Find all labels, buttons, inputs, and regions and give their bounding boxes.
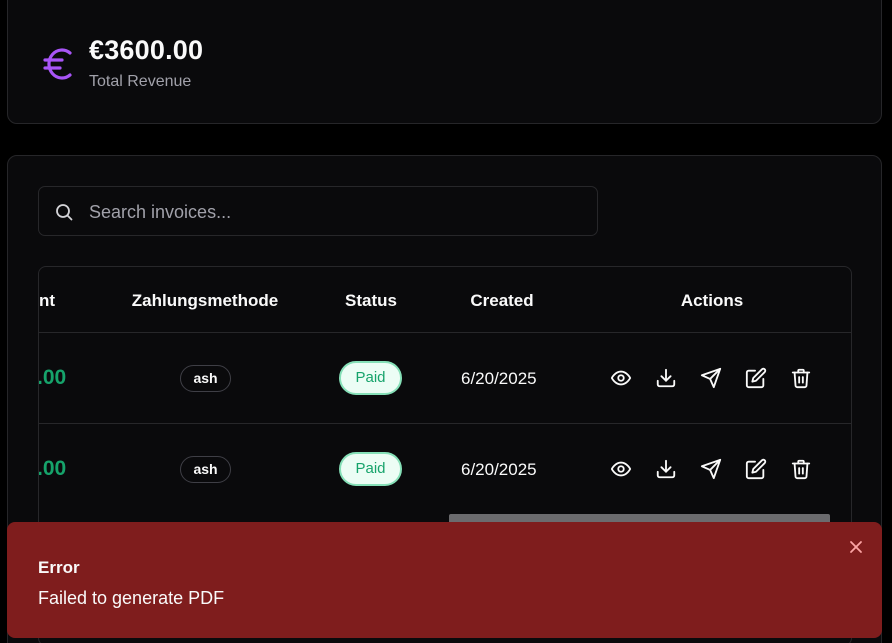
edit-button[interactable] — [745, 367, 767, 389]
column-header-created[interactable]: Created — [470, 291, 533, 311]
column-header-payment-method[interactable]: Zahlungsmethode — [132, 291, 278, 311]
revenue-card: €3600.00 Total Revenue — [7, 0, 882, 124]
total-revenue-amount: €3600.00 — [89, 35, 204, 65]
send-icon — [700, 458, 722, 480]
invoice-amount: .00 — [38, 366, 67, 389]
euro-icon — [43, 48, 72, 80]
delete-button[interactable] — [790, 458, 812, 480]
status-badge: Paid — [339, 452, 402, 486]
delete-button[interactable] — [790, 367, 812, 389]
view-button[interactable] — [610, 367, 632, 389]
payment-method-badge: ash — [180, 456, 231, 483]
view-button[interactable] — [610, 458, 632, 480]
edit-button[interactable] — [745, 458, 767, 480]
search-input[interactable] — [89, 199, 579, 225]
toast-message: Failed to generate PDF — [38, 588, 225, 608]
edit-icon — [745, 458, 767, 480]
error-toast: Error Failed to generate PDF — [7, 522, 882, 638]
eye-icon — [610, 461, 632, 477]
send-button[interactable] — [700, 458, 722, 480]
payment-method-badge: ash — [180, 365, 231, 392]
total-revenue-label: Total Revenue — [89, 73, 192, 90]
download-icon — [656, 368, 676, 388]
trash-icon — [791, 459, 811, 480]
created-date: 6/20/2025 — [461, 460, 537, 479]
send-icon — [700, 367, 722, 389]
eye-icon — [610, 370, 632, 386]
trash-icon — [791, 368, 811, 389]
toast-title: Error — [38, 558, 80, 577]
edit-icon — [745, 367, 767, 389]
created-date: 6/20/2025 — [461, 369, 537, 388]
invoice-amount: .00 — [38, 457, 67, 480]
search-box[interactable] — [38, 186, 598, 236]
table-row: .00 ash Paid 6/20/2025 — [38, 332, 851, 423]
download-button[interactable] — [655, 458, 677, 480]
download-button[interactable] — [655, 367, 677, 389]
send-button[interactable] — [700, 367, 722, 389]
column-header-actions: Actions — [680, 291, 744, 310]
close-icon[interactable] — [848, 539, 864, 555]
status-badge: Paid — [339, 361, 402, 395]
column-header-status[interactable]: Status — [345, 291, 397, 311]
column-header-amount[interactable]: nt — [39, 291, 55, 311]
table-row: .00 ash Paid 6/20/2025 — [38, 423, 851, 514]
download-icon — [656, 459, 676, 479]
search-icon — [56, 204, 73, 221]
